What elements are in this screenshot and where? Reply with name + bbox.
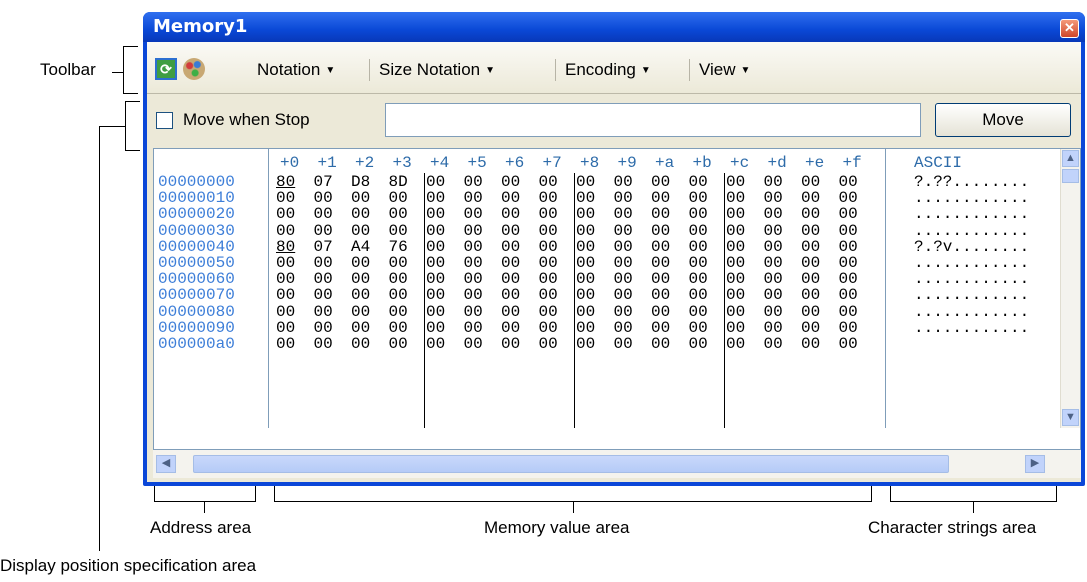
move-button[interactable]: Move [935,103,1071,137]
memory-value-cell[interactable]: 00 [426,335,445,353]
menu-encoding[interactable]: Encoding ▼ [565,60,651,80]
toolbar-separator [555,59,556,81]
menu-notation[interactable]: Notation ▼ [257,60,335,80]
memory-value-cell[interactable]: 00 [276,335,295,353]
column-header: +b [692,154,712,172]
arrow-left-icon[interactable]: ◀ [156,455,176,473]
toolbar-separator [689,59,690,81]
menu-size-notation[interactable]: Size Notation ▼ [379,60,495,80]
window-title: Memory1 [153,16,248,37]
column-header: +a [655,154,675,172]
title-bar[interactable]: Memory1 ✕ [143,12,1085,42]
ascii-header: ASCII [914,154,963,172]
refresh-icon[interactable]: ⟳ [155,58,177,80]
memory-value-cell[interactable]: 00 [389,335,408,353]
table-row: 00000060 00 00 00 00 00 00 00 00 00 00 00 00 00 00 00 00… [154,270,1029,288]
horizontal-scrollbar[interactable]: ◀ ▶ [153,450,1081,478]
memory-value-cell[interactable]: 00 [839,335,858,353]
column-header: +c [730,154,750,172]
vertical-scroll-thumb[interactable] [1062,169,1079,183]
toolbar-separator [369,59,370,81]
memory-value-cell[interactable]: 00 [614,335,633,353]
address-area-callout: Address area [150,518,252,537]
group-separator [574,173,575,428]
display-position-callout: Display position specification area [0,556,257,575]
column-header: +2 [355,154,375,172]
table-row: 00000030 00 00 00 00 00 00 00 00 00 00 00 00 00 00 00 00… [154,222,1029,240]
memory-value-cell[interactable]: 00 [501,335,520,353]
column-header: +5 [467,154,487,172]
memory-value-cell[interactable]: 00 [689,335,708,353]
chevron-down-icon: ▼ [740,65,751,76]
table-row: 00000090 00 00 00 00 00 00 00 00 00 00 00 00 00 00 00 00… [154,319,1029,337]
memory-value-cell[interactable]: 00 [576,335,595,353]
display-position-input[interactable] [385,103,921,137]
move-when-stop-checkbox[interactable] [156,112,173,129]
display-position-bar: Move when Stop Move [147,94,1081,148]
memory-window: Memory1 ✕ ⟳ Notation ▼ Size Notation ▼ Enc… [143,12,1085,486]
palette-icon[interactable] [183,58,205,80]
arrow-right-icon[interactable]: ▶ [1025,455,1045,473]
memory-grid: +0 +1 +2 +3 +4 +5 +6 +7 +8 +9 +a +b +c +d +e +f ASCII 0… [153,148,1081,450]
address-cell[interactable]: 000000a0 [158,335,235,353]
column-header: +d [767,154,787,172]
column-header: +9 [617,154,637,172]
column-header: +e [805,154,825,172]
column-header: +7 [542,154,562,172]
character-strings-area-callout: Character strings area [868,518,1037,537]
menu-view[interactable]: View ▼ [699,60,750,80]
memory-value-cell[interactable]: 00 [801,335,820,353]
table-row: 00000000 80 07 D8 8D 00 00 00 00 00 00 00 00 00 00 00 00… [154,173,1029,191]
address-area-bracket [154,501,256,502]
toolbar-bracket [112,72,123,73]
memory-value-cell[interactable]: 00 [314,335,333,353]
column-header: +1 [317,154,337,172]
memory-value-cell[interactable]: 00 [464,335,483,353]
column-header: +8 [580,154,600,172]
arrow-up-icon[interactable]: ▲ [1062,150,1079,167]
group-separator [424,173,425,428]
table-row: 00000080 00 00 00 00 00 00 00 00 00 00 00 00 00 00 00 00… [154,303,1029,321]
window-client: ⟳ Notation ▼ Size Notation ▼ Encoding ▼ Vie… [147,42,1081,482]
chevron-down-icon: ▼ [485,65,496,76]
close-icon[interactable]: ✕ [1060,19,1079,38]
table-row: 00000010 00 00 00 00 00 00 00 00 00 00 00 00 00 00 00 00… [154,189,1029,207]
column-header: +4 [430,154,450,172]
column-header: +0 [280,154,300,172]
memory-value-cell[interactable]: 00 [651,335,670,353]
column-header: +f [842,154,862,172]
arrow-down-icon[interactable]: ▼ [1062,409,1079,426]
chevron-down-icon: ▼ [640,65,651,76]
memory-value-cell[interactable]: 00 [726,335,745,353]
chevron-down-icon: ▼ [325,65,336,76]
toolbar-callout: Toolbar [40,60,96,79]
table-row: 00000020 00 00 00 00 00 00 00 00 00 00 00 00 00 00 00 00… [154,205,1029,223]
memory-value-cell[interactable]: 00 [539,335,558,353]
table-row: 00000070 00 00 00 00 00 00 00 00 00 00 00 00 00 00 00 00… [154,286,1029,304]
column-header: +3 [392,154,412,172]
memory-value-cell[interactable]: 00 [764,335,783,353]
memory-value-cell[interactable]: 00 [351,335,370,353]
group-separator [724,173,725,428]
horizontal-scroll-thumb[interactable] [193,455,949,473]
table-row: 000000a0 00 00 00 00 00 00 00 00 00 00 00 00 00 00 00 00 [154,335,914,353]
toolbar: ⟳ Notation ▼ Size Notation ▼ Encoding ▼ Vie… [147,42,1081,94]
ascii-cell[interactable]: ............ [914,319,1029,337]
column-header: +6 [505,154,525,172]
table-row: 00000040 80 07 A4 76 00 00 00 00 00 00 00 00 00 00 00 00… [154,238,1029,256]
memory-value-area-callout: Memory value area [484,518,630,537]
table-row: 00000050 00 00 00 00 00 00 00 00 00 00 00 00 00 00 00 00… [154,254,1029,272]
vertical-scrollbar[interactable]: ▲ ▼ [1060,149,1080,428]
move-when-stop-label: Move when Stop [183,110,310,129]
